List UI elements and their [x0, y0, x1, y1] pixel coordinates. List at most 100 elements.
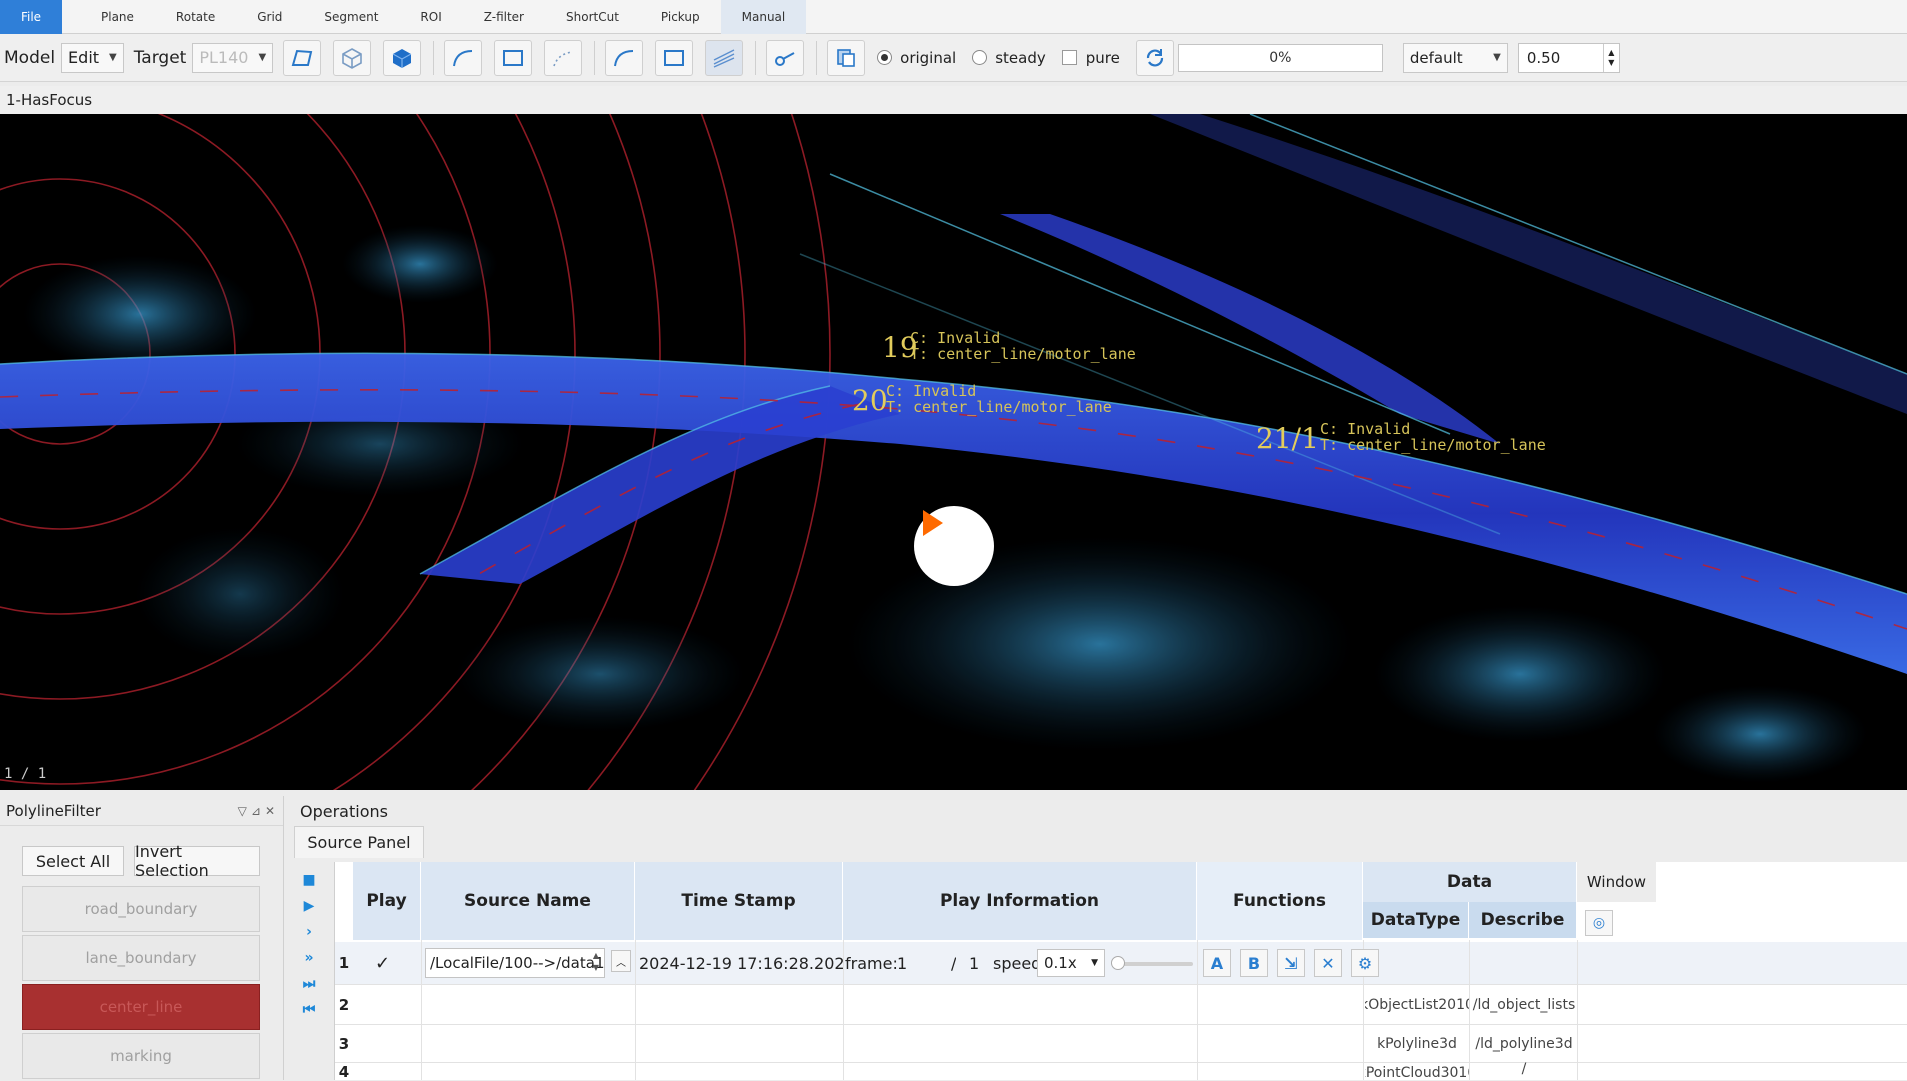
header-window: Window: [1577, 862, 1657, 902]
settings-button[interactable]: ⚙: [1351, 949, 1379, 977]
connect-tool-button[interactable]: [766, 39, 805, 76]
lane-label-20[interactable]: 20 C: Invalid T: center_line/motor_lane: [852, 383, 1172, 423]
row-number: 4: [338, 1063, 350, 1081]
source-table: Play Source Name Time Stamp Play Informa…: [334, 862, 1907, 1081]
filter-item-lane-boundary[interactable]: lane_boundary: [22, 935, 260, 981]
radio-steady[interactable]: steady: [972, 49, 1046, 67]
describe-cell: /: [1521, 1062, 1527, 1076]
toolbar-separator: [433, 40, 435, 75]
window-target-button[interactable]: ◎: [1585, 910, 1613, 936]
polyline-filter-header: PolylineFilter ▽ ⊿ ✕: [0, 796, 283, 826]
lane-id: 21/1: [1256, 422, 1319, 455]
invert-selection-button[interactable]: Invert Selection: [134, 842, 260, 880]
close-icon[interactable]: ✕: [265, 804, 275, 818]
skip-to-end-icon[interactable]: ⏭: [298, 974, 320, 994]
filter-item-road-boundary[interactable]: road_boundary: [22, 886, 260, 932]
rectangle-tool-button[interactable]: [494, 39, 533, 76]
close-icon: ✕: [1321, 953, 1335, 973]
menu-rotate[interactable]: Rotate: [155, 0, 236, 34]
menu-roi[interactable]: ROI: [399, 0, 462, 34]
box-select-icon: [664, 49, 685, 66]
skip-to-start-icon[interactable]: ⏮: [298, 1000, 320, 1020]
row-number: 2: [338, 996, 350, 1014]
threshold-spinbox[interactable]: 0.50 ▲ ▼: [1517, 42, 1620, 73]
collapse-icon[interactable]: ▽: [238, 804, 247, 818]
lane-tool-button[interactable]: [705, 39, 744, 76]
source-name-field[interactable]: /LocalFile/100-->/data1/: [425, 948, 605, 978]
pin-icon[interactable]: ⊿: [251, 804, 261, 818]
menu-z-filter[interactable]: Z-filter: [463, 0, 545, 34]
stop-icon[interactable]: ■: [298, 870, 320, 890]
profile-select[interactable]: default ▼: [1402, 42, 1508, 73]
header-time-stamp: Time Stamp: [635, 862, 843, 940]
fast-forward-icon[interactable]: »: [298, 948, 320, 968]
points-tool-button[interactable]: [544, 39, 583, 76]
operations-panel: Operations Source Panel ■ ▶ › » ⏭ ⏮ Play…: [290, 796, 1907, 1081]
plane-tool-button[interactable]: [283, 39, 322, 76]
point-cloud-viewport[interactable]: 19 C: Invalid T: center_line/motor_lane …: [0, 114, 1907, 790]
row-divider: [335, 1062, 1907, 1063]
source-name-value: /LocalFile/100-->/data1/: [430, 954, 605, 972]
play-checkbox[interactable]: ✓: [375, 942, 390, 984]
tab-source-panel[interactable]: Source Panel: [294, 826, 424, 858]
filter-item-marking[interactable]: marking: [22, 1033, 260, 1079]
chevron-up-icon: ︿: [616, 957, 626, 969]
frame-label: frame:: [845, 953, 898, 973]
checkbox-pure[interactable]: pure: [1061, 48, 1120, 67]
lane-type: T: center_line/motor_lane: [910, 345, 1136, 363]
curve-tool-button[interactable]: [444, 39, 483, 76]
menu-shortcut[interactable]: ShortCut: [545, 0, 640, 34]
header-data: Data: [1363, 862, 1577, 902]
function-a-button[interactable]: A: [1203, 949, 1231, 977]
polygon-plane-icon: [291, 49, 313, 66]
lane-label-19[interactable]: 19 C: Invalid T: center_line/motor_lane: [882, 330, 1202, 370]
menu-bar: File Plane Rotate Grid Segment ROI Z-fil…: [0, 0, 1907, 34]
menu-grid[interactable]: Grid: [236, 0, 303, 34]
cube-solid-button[interactable]: [383, 39, 422, 76]
speed-select-value: 0.1x: [1044, 954, 1077, 972]
rectangle-icon: [503, 49, 524, 66]
lane-class: C: Invalid: [1320, 420, 1411, 438]
slider-handle[interactable]: [1111, 956, 1125, 970]
spin-arrows-icon[interactable]: ▲ ▼: [1602, 43, 1619, 72]
menu-segment[interactable]: Segment: [303, 0, 399, 34]
target-select[interactable]: PL140 ▼: [192, 42, 274, 73]
radio-original[interactable]: original: [877, 49, 956, 67]
box-select-button[interactable]: [655, 39, 694, 76]
lane-label-21-1[interactable]: 21/1 C: Invalid T: center_line/motor_lan…: [1256, 421, 1616, 461]
source-browse-button[interactable]: ︿: [611, 950, 631, 972]
play-video-button[interactable]: [914, 506, 994, 586]
filter-item-center-line[interactable]: center_line: [22, 984, 260, 1030]
cube-solid-icon: [392, 48, 412, 68]
check-mark-icon: ✓: [375, 952, 391, 974]
col-divider: [421, 940, 422, 1080]
menu-manual[interactable]: Manual: [720, 0, 807, 34]
playback-slider[interactable]: [1111, 956, 1193, 970]
checkbox-pure-label: pure: [1085, 48, 1120, 67]
export-button[interactable]: ⇲: [1277, 949, 1305, 977]
menu-file[interactable]: File: [0, 0, 62, 34]
arc-tool-button[interactable]: [605, 39, 644, 76]
function-b-button[interactable]: B: [1240, 949, 1268, 977]
menu-pickup[interactable]: Pickup: [640, 0, 721, 34]
menu-plane[interactable]: Plane: [80, 0, 155, 34]
select-all-button[interactable]: Select All: [22, 846, 124, 876]
radio-dot-checked: [877, 50, 893, 65]
header-source-name: Source Name: [421, 862, 635, 940]
copy-icon: [837, 48, 855, 67]
speed-select[interactable]: 0.1x ▼: [1037, 949, 1105, 977]
datatype-cell: kPointCloud3010: [1365, 1066, 1469, 1080]
model-select[interactable]: Edit ▼: [61, 42, 124, 73]
refresh-button[interactable]: [1135, 39, 1174, 76]
delete-button[interactable]: ✕: [1314, 949, 1342, 977]
datatype-cell: kObjectList2010: [1365, 997, 1469, 1013]
source-name-spin-icon[interactable]: ▲ ▼: [589, 950, 603, 976]
connect-icon: [775, 51, 795, 66]
row-number: 3: [338, 1035, 350, 1053]
arc-icon: [614, 49, 634, 66]
play-icon[interactable]: ▶: [298, 896, 320, 916]
copy-tool-button[interactable]: [827, 39, 866, 76]
cube-outline-button[interactable]: [333, 39, 372, 76]
step-forward-icon[interactable]: ›: [298, 922, 320, 942]
polyline-filter-panel: PolylineFilter ▽ ⊿ ✕ Select All Invert S…: [0, 796, 284, 1080]
